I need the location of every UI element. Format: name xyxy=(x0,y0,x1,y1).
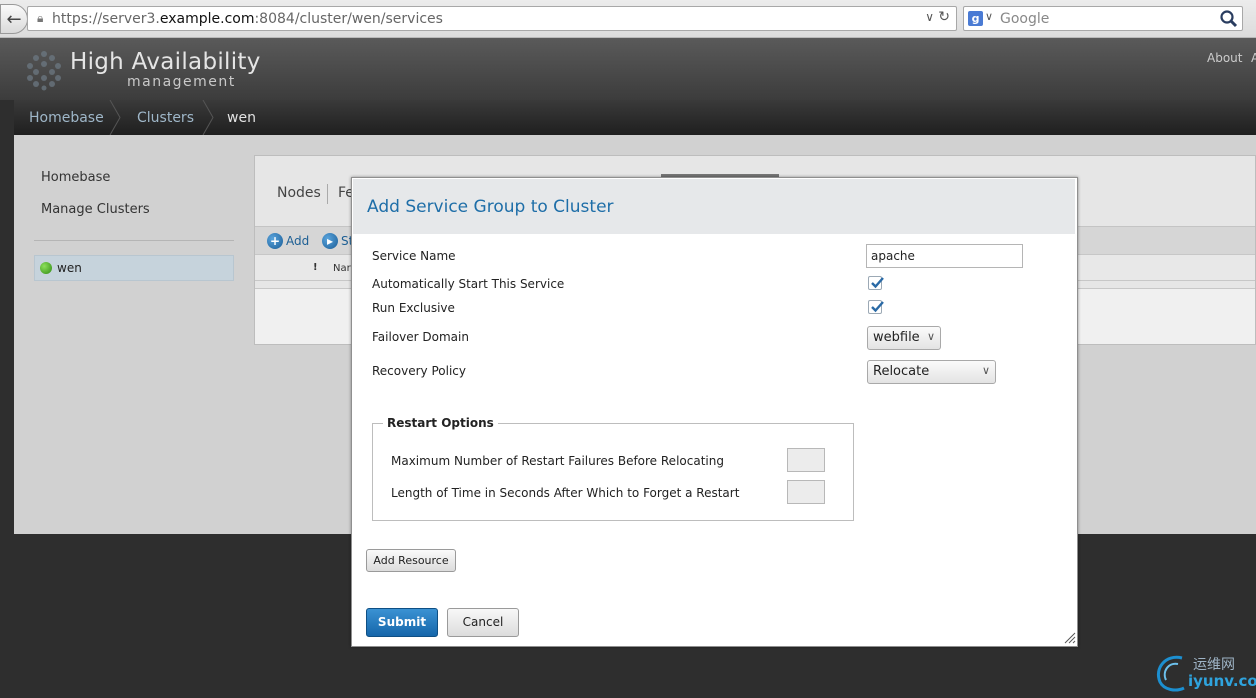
watermark-logo: 运维网 iyunv.com xyxy=(1150,650,1256,696)
submit-button[interactable]: Submit xyxy=(366,608,438,637)
recovery-policy-label: Recovery Policy xyxy=(372,364,466,378)
lock-icon: 🔒︎ xyxy=(37,11,44,25)
dialog-title: Add Service Group to Cluster xyxy=(367,197,614,217)
breadcrumb-current: wen xyxy=(227,110,256,126)
watermark-en-text: iyunv.com xyxy=(1188,672,1256,690)
dialog-header: Add Service Group to Cluster xyxy=(353,179,1075,234)
back-arrow-icon[interactable]: ← xyxy=(0,4,28,34)
watermark-cn-text: 运维网 xyxy=(1193,657,1235,673)
run-exclusive-label: Run Exclusive xyxy=(372,301,455,315)
breadcrumb: Homebase Clusters wen xyxy=(14,100,1256,135)
failover-domain-label: Failover Domain xyxy=(372,330,469,344)
app-title: High Availability xyxy=(70,49,261,75)
address-bar[interactable]: 🔒︎ https://server3.example.com:8084/clus… xyxy=(27,6,957,31)
chevron-down-icon: ∨ xyxy=(926,330,935,343)
checkmark-icon xyxy=(871,301,884,313)
search-input[interactable]: Google xyxy=(1000,11,1049,27)
breadcrumb-separator xyxy=(109,100,121,135)
reload-icon[interactable]: ↻ xyxy=(938,9,950,25)
recovery-policy-value: Relocate xyxy=(873,364,930,379)
auto-start-label: Automatically Start This Service xyxy=(372,277,565,291)
chevron-down-icon[interactable]: ∨ xyxy=(985,10,993,23)
watermark-swirl-icon xyxy=(1157,655,1185,692)
breadcrumb-separator xyxy=(202,100,214,135)
sidebar-divider xyxy=(34,240,234,241)
breadcrumb-homebase[interactable]: Homebase xyxy=(29,110,104,126)
logo-icon xyxy=(27,51,61,91)
sidebar-item-homebase[interactable]: Homebase xyxy=(41,170,110,185)
forget-time-input[interactable] xyxy=(787,480,825,504)
checkmark-icon xyxy=(871,277,884,289)
failover-domain-value: webfile xyxy=(873,330,920,345)
restart-options-group: Restart Options Maximum Number of Restar… xyxy=(372,416,854,521)
column-name[interactable]: Nar xyxy=(333,263,351,274)
chevron-down-icon[interactable]: ∨ xyxy=(925,10,934,24)
app-header: High Availability management About A xyxy=(0,38,1256,100)
service-name-label: Service Name xyxy=(372,249,456,263)
restart-options-legend: Restart Options xyxy=(383,416,498,430)
add-label: Add xyxy=(286,234,310,248)
tab-nodes[interactable]: Nodes xyxy=(277,185,321,201)
add-service-group-dialog: Add Service Group to Cluster Service Nam… xyxy=(351,177,1078,647)
service-name-input[interactable] xyxy=(866,244,1023,268)
search-engine-icon[interactable]: g xyxy=(968,11,983,26)
add-resource-button[interactable]: Add Resource xyxy=(366,549,456,572)
cancel-button[interactable]: Cancel xyxy=(447,608,519,637)
recovery-policy-select[interactable]: Relocate ∨ xyxy=(867,360,996,384)
column-status: ! xyxy=(313,262,318,273)
tab-divider xyxy=(327,184,328,204)
play-icon: ▸ xyxy=(322,233,338,249)
resize-grip-icon[interactable] xyxy=(1062,630,1076,644)
browser-toolbar: ← 🔒︎ https://server3.example.com:8084/cl… xyxy=(0,0,1256,38)
sidebar-item-manage-clusters[interactable]: Manage Clusters xyxy=(41,202,150,217)
header-link[interactable]: A xyxy=(1251,51,1256,65)
failover-domain-select[interactable]: webfile ∨ xyxy=(867,326,941,350)
status-ok-icon xyxy=(40,262,52,274)
chevron-down-icon: ∨ xyxy=(981,364,990,377)
plus-icon: + xyxy=(267,233,283,249)
max-failures-input[interactable] xyxy=(787,448,825,472)
search-bar[interactable]: g ∨ Google xyxy=(963,6,1243,31)
start-service-button[interactable]: ▸ St xyxy=(322,233,353,249)
cluster-label: wen xyxy=(57,261,82,275)
app-subtitle: management xyxy=(127,74,236,90)
about-link[interactable]: About xyxy=(1207,51,1242,65)
auto-start-checkbox[interactable] xyxy=(868,276,884,290)
search-icon[interactable] xyxy=(1219,9,1238,28)
breadcrumb-clusters[interactable]: Clusters xyxy=(137,110,194,126)
url-text[interactable]: https://server3.example.com:8084/cluster… xyxy=(52,11,443,27)
forget-time-label: Length of Time in Seconds After Which to… xyxy=(391,486,740,500)
sidebar-item-cluster[interactable]: wen xyxy=(34,255,234,281)
run-exclusive-checkbox[interactable] xyxy=(868,300,884,314)
add-service-button[interactable]: + Add xyxy=(267,233,309,249)
max-failures-label: Maximum Number of Restart Failures Befor… xyxy=(391,454,724,468)
